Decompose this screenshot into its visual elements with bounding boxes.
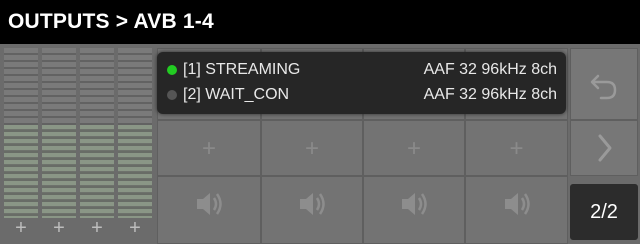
speaker-icon (402, 193, 427, 215)
stream-format: AAF 32 96kHz 8ch (423, 86, 557, 103)
mute-button[interactable] (363, 176, 465, 244)
level-meter (118, 48, 152, 218)
mute-button[interactable] (157, 176, 261, 244)
add-channel-button[interactable]: + (80, 216, 114, 240)
stream-name: [1] STREAMING (183, 61, 301, 78)
add-channel-button[interactable]: + (118, 216, 152, 240)
speaker-icon (504, 193, 530, 215)
add-channel-button[interactable]: + (42, 216, 76, 240)
status-dot-icon (167, 90, 177, 100)
speaker-icon (197, 193, 222, 215)
page-title: OUTPUTS > AVB 1-4 (0, 0, 640, 44)
stream-format: AAF 32 96kHz 8ch (423, 61, 557, 78)
stream-status-popup: [1] STREAMING AAF 32 96kHz 8ch [2] WAIT_… (157, 52, 566, 114)
add-button[interactable]: + (363, 120, 465, 176)
next-button[interactable] (570, 120, 638, 176)
status-dot-icon (167, 65, 177, 75)
chevron-right-icon (598, 134, 612, 162)
level-meter (4, 48, 38, 218)
add-button[interactable]: + (261, 120, 363, 176)
back-button[interactable] (570, 48, 638, 120)
stream-name: [2] WAIT_CON (183, 86, 290, 103)
page-indicator[interactable]: 2/2 (570, 184, 638, 240)
level-meter (42, 48, 76, 218)
page-label: 2/2 (590, 201, 618, 223)
mute-button[interactable] (465, 176, 568, 244)
mute-button[interactable] (261, 176, 363, 244)
add-button[interactable]: + (157, 120, 261, 176)
add-button[interactable]: + (465, 120, 568, 176)
undo-arrow-icon (590, 74, 617, 100)
level-meters: + + + + (4, 48, 154, 244)
level-meter (80, 48, 114, 218)
speaker-icon (300, 193, 325, 215)
stream-row[interactable]: [1] STREAMING AAF 32 96kHz 8ch (167, 58, 559, 82)
add-channel-button[interactable]: + (4, 216, 38, 240)
stream-row[interactable]: [2] WAIT_CON AAF 32 96kHz 8ch (167, 83, 559, 107)
